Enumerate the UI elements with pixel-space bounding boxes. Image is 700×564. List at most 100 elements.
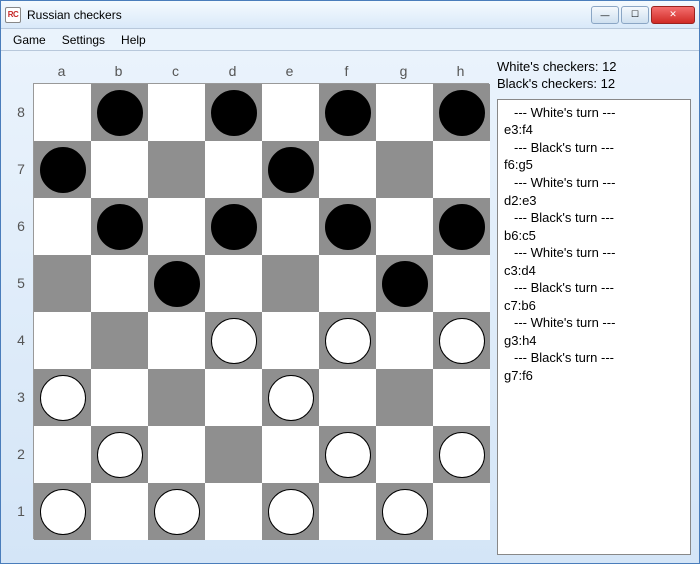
black-piece[interactable] — [325, 204, 371, 250]
square-c7[interactable] — [148, 141, 205, 198]
black-piece[interactable] — [40, 147, 86, 193]
white-piece[interactable] — [97, 432, 143, 478]
square-e4[interactable] — [262, 312, 319, 369]
square-g7[interactable] — [376, 141, 433, 198]
square-d5[interactable] — [205, 255, 262, 312]
square-c4[interactable] — [148, 312, 205, 369]
square-h2[interactable] — [433, 426, 490, 483]
black-piece[interactable] — [97, 204, 143, 250]
black-piece[interactable] — [382, 261, 428, 307]
square-b4[interactable] — [91, 312, 148, 369]
square-d4[interactable] — [205, 312, 262, 369]
square-e3[interactable] — [262, 369, 319, 426]
log-turn-header: --- White's turn --- — [504, 104, 684, 122]
square-b1[interactable] — [91, 483, 148, 540]
square-a1[interactable] — [34, 483, 91, 540]
square-d6[interactable] — [205, 198, 262, 255]
black-count-label: Black's checkers: 12 — [497, 76, 691, 93]
black-piece[interactable] — [325, 90, 371, 136]
white-piece[interactable] — [325, 432, 371, 478]
square-b8[interactable] — [91, 84, 148, 141]
maximize-button[interactable]: ☐ — [621, 6, 649, 24]
menu-settings[interactable]: Settings — [54, 30, 113, 50]
square-g2[interactable] — [376, 426, 433, 483]
white-piece[interactable] — [40, 489, 86, 535]
white-piece[interactable] — [154, 489, 200, 535]
black-piece[interactable] — [211, 204, 257, 250]
square-e8[interactable] — [262, 84, 319, 141]
square-b6[interactable] — [91, 198, 148, 255]
white-piece[interactable] — [325, 318, 371, 364]
square-c1[interactable] — [148, 483, 205, 540]
square-f5[interactable] — [319, 255, 376, 312]
square-g4[interactable] — [376, 312, 433, 369]
black-piece[interactable] — [154, 261, 200, 307]
white-piece[interactable] — [211, 318, 257, 364]
square-f7[interactable] — [319, 141, 376, 198]
square-b3[interactable] — [91, 369, 148, 426]
square-d2[interactable] — [205, 426, 262, 483]
move-log[interactable]: --- White's turn ---e3:f4--- Black's tur… — [497, 99, 691, 555]
white-piece[interactable] — [439, 432, 485, 478]
square-e2[interactable] — [262, 426, 319, 483]
square-a4[interactable] — [34, 312, 91, 369]
square-h8[interactable] — [433, 84, 490, 141]
square-f2[interactable] — [319, 426, 376, 483]
square-d3[interactable] — [205, 369, 262, 426]
square-e7[interactable] — [262, 141, 319, 198]
square-h5[interactable] — [433, 255, 490, 312]
square-h6[interactable] — [433, 198, 490, 255]
square-g1[interactable] — [376, 483, 433, 540]
close-button[interactable]: ✕ — [651, 6, 695, 24]
square-a7[interactable] — [34, 141, 91, 198]
square-h1[interactable] — [433, 483, 490, 540]
square-f4[interactable] — [319, 312, 376, 369]
square-a8[interactable] — [34, 84, 91, 141]
white-piece[interactable] — [40, 375, 86, 421]
square-d8[interactable] — [205, 84, 262, 141]
square-e6[interactable] — [262, 198, 319, 255]
square-e5[interactable] — [262, 255, 319, 312]
square-c3[interactable] — [148, 369, 205, 426]
square-a6[interactable] — [34, 198, 91, 255]
menu-game[interactable]: Game — [5, 30, 54, 50]
black-piece[interactable] — [97, 90, 143, 136]
square-h3[interactable] — [433, 369, 490, 426]
square-c5[interactable] — [148, 255, 205, 312]
square-g8[interactable] — [376, 84, 433, 141]
black-piece[interactable] — [268, 147, 314, 193]
white-piece[interactable] — [268, 375, 314, 421]
rank-label: 5 — [9, 254, 33, 311]
square-c2[interactable] — [148, 426, 205, 483]
square-c8[interactable] — [148, 84, 205, 141]
square-b7[interactable] — [91, 141, 148, 198]
black-piece[interactable] — [439, 90, 485, 136]
square-a2[interactable] — [34, 426, 91, 483]
square-d1[interactable] — [205, 483, 262, 540]
square-h4[interactable] — [433, 312, 490, 369]
square-h7[interactable] — [433, 141, 490, 198]
black-piece[interactable] — [211, 90, 257, 136]
square-f1[interactable] — [319, 483, 376, 540]
square-b5[interactable] — [91, 255, 148, 312]
titlebar[interactable]: RC Russian checkers — ☐ ✕ — [1, 1, 699, 29]
minimize-button[interactable]: — — [591, 6, 619, 24]
square-g6[interactable] — [376, 198, 433, 255]
square-e1[interactable] — [262, 483, 319, 540]
square-g5[interactable] — [376, 255, 433, 312]
square-a5[interactable] — [34, 255, 91, 312]
file-label: e — [261, 59, 318, 83]
square-a3[interactable] — [34, 369, 91, 426]
white-piece[interactable] — [382, 489, 428, 535]
square-f3[interactable] — [319, 369, 376, 426]
square-c6[interactable] — [148, 198, 205, 255]
menu-help[interactable]: Help — [113, 30, 154, 50]
black-piece[interactable] — [439, 204, 485, 250]
white-piece[interactable] — [439, 318, 485, 364]
square-g3[interactable] — [376, 369, 433, 426]
square-f6[interactable] — [319, 198, 376, 255]
square-d7[interactable] — [205, 141, 262, 198]
square-f8[interactable] — [319, 84, 376, 141]
square-b2[interactable] — [91, 426, 148, 483]
white-piece[interactable] — [268, 489, 314, 535]
